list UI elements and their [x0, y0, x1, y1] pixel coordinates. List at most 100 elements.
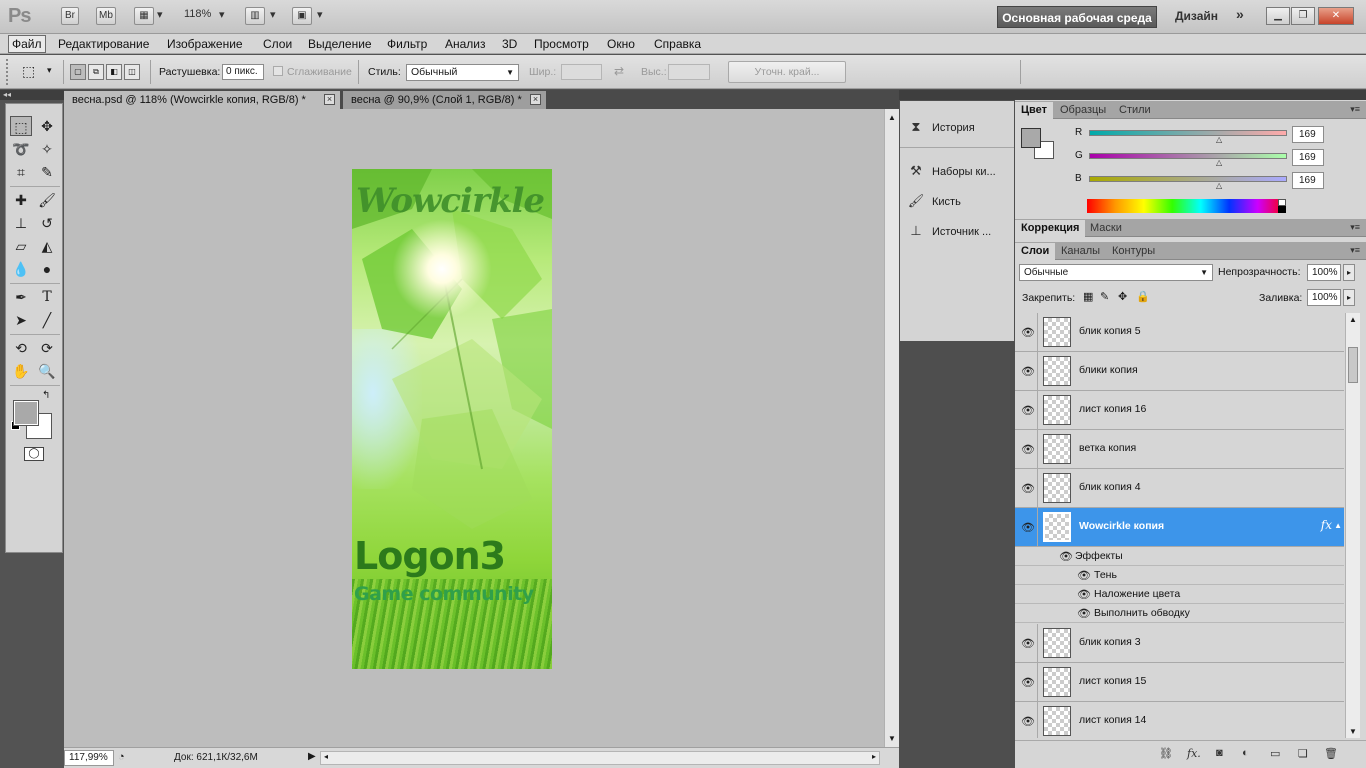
new-group-icon[interactable]: ▭ — [1270, 747, 1280, 760]
foreground-color-swatch[interactable] — [14, 401, 38, 425]
tab-paths[interactable]: Контуры — [1106, 243, 1161, 260]
delete-layer-icon[interactable]: 🗑 — [1324, 747, 1338, 760]
healing-brush-tool-icon[interactable]: ✚ — [10, 190, 32, 210]
scroll-left-icon[interactable]: ◂ — [324, 752, 328, 761]
menu-layers[interactable]: Слои — [263, 37, 292, 51]
spectrum-white[interactable] — [1278, 199, 1286, 206]
scroll-down-icon[interactable]: ▼ — [888, 734, 896, 743]
close-button[interactable]: ✕ — [1318, 7, 1354, 25]
fill-arrow-icon[interactable]: ▸ — [1343, 289, 1355, 306]
status-options-icon[interactable]: ◔ — [118, 751, 125, 763]
refine-edge-button[interactable]: Уточн. край... — [728, 61, 846, 83]
visibility-eye-icon[interactable]: 👁 — [1021, 521, 1035, 534]
layer-row[interactable]: 👁 лист копия 14 — [1015, 702, 1344, 738]
tab-masks[interactable]: Маски — [1084, 220, 1128, 237]
visibility-eye-icon[interactable]: 👁 — [1021, 637, 1035, 650]
visibility-eye-icon[interactable]: 👁 — [1059, 550, 1073, 563]
menu-select[interactable]: Выделение — [308, 37, 372, 51]
visibility-eye-icon[interactable]: 👁 — [1021, 482, 1035, 495]
layers-scrollbar[interactable]: ▲ ▼ — [1345, 313, 1360, 738]
add-style-icon[interactable]: fx. — [1187, 747, 1201, 760]
chevron-down-icon[interactable]: ▾ — [317, 8, 323, 21]
close-icon[interactable]: × — [324, 94, 335, 105]
antialias-checkbox[interactable] — [273, 66, 283, 76]
visibility-eye-icon[interactable]: 👁 — [1021, 715, 1035, 728]
effect-row[interactable]: 👁 Выполнить обводку — [1015, 604, 1344, 623]
paint-bucket-tool-icon[interactable]: ◭ — [36, 236, 58, 256]
add-mask-icon[interactable]: ◙ — [1216, 747, 1223, 759]
restore-button[interactable]: ❐ — [1291, 7, 1315, 25]
fill-input[interactable]: 100% — [1307, 289, 1341, 306]
feather-input[interactable]: 0 пикс. — [222, 64, 264, 80]
layer-row[interactable]: 👁 блик копия 4 — [1015, 469, 1344, 508]
width-input[interactable] — [561, 64, 602, 80]
screen-mode-button[interactable]: ▣ — [292, 7, 312, 25]
rectangular-marquee-tool-icon[interactable]: ⬚ — [10, 116, 32, 136]
chevron-down-icon[interactable]: ▾ — [157, 8, 163, 21]
history-brush-tool-icon[interactable]: ↺ — [36, 213, 58, 233]
opacity-arrow-icon[interactable]: ▸ — [1343, 264, 1355, 281]
move-tool-icon[interactable]: ✥ — [36, 116, 58, 136]
fx-icon[interactable]: fx — [1321, 518, 1332, 532]
scroll-up-icon[interactable]: ▲ — [1349, 315, 1357, 324]
visibility-eye-icon[interactable]: 👁 — [1021, 365, 1035, 378]
mini-bridge-button[interactable]: Mb — [96, 7, 116, 25]
panel-menu-icon[interactable]: ▾≡ — [1350, 222, 1360, 233]
marquee-preset-icon[interactable]: ⬚ — [22, 63, 35, 80]
layer-row-selected[interactable]: 👁 Wowcirkle копия fx ▲ — [1015, 508, 1344, 547]
clone-source-panel-button[interactable]: ⊥ Источник ... — [906, 219, 1012, 243]
tab-styles[interactable]: Стили — [1113, 102, 1157, 119]
workspace-essentials-button[interactable]: Основная рабочая среда — [997, 6, 1157, 28]
workspace-design-button[interactable]: Дизайн — [1175, 9, 1218, 23]
visibility-eye-icon[interactable]: 👁 — [1021, 443, 1035, 456]
layer-row[interactable]: 👁 блик копия 5 — [1015, 313, 1344, 352]
spectrum-black[interactable] — [1278, 206, 1286, 213]
tab-color[interactable]: Цвет — [1015, 102, 1054, 119]
path-selection-tool-icon[interactable]: ➤ — [10, 310, 32, 330]
tab-vesna[interactable]: весна @ 90,9% (Слой 1, RGB/8) * × — [343, 91, 546, 109]
tab-adjustments[interactable]: Коррекция — [1015, 220, 1086, 237]
eraser-tool-icon[interactable]: ▱ — [10, 236, 32, 256]
menu-help[interactable]: Справка — [654, 37, 701, 51]
layer-row[interactable]: 👁 блики копия — [1015, 352, 1344, 391]
style-select[interactable]: Обычный ▼ — [406, 64, 519, 81]
channel-b-slider[interactable] — [1089, 176, 1287, 182]
lock-transparency-icon[interactable]: ▦ — [1083, 290, 1093, 303]
scroll-up-icon[interactable]: ▲ — [888, 113, 896, 122]
menu-file[interactable]: Файл — [8, 35, 46, 53]
layer-row[interactable]: 👁 ветка копия — [1015, 430, 1344, 469]
effect-row[interactable]: 👁 Наложение цвета — [1015, 585, 1344, 604]
3d-rotate-tool-icon[interactable]: ⟲ — [10, 338, 32, 358]
brush-panel-button[interactable]: 🖌 Кисть — [906, 189, 1012, 213]
dodge-tool-icon[interactable]: ● — [36, 259, 58, 279]
channel-r-value[interactable]: 169 — [1292, 126, 1324, 143]
layer-row[interactable]: 👁 лист копия 15 — [1015, 663, 1344, 702]
visibility-eye-icon[interactable]: 👁 — [1077, 569, 1091, 582]
status-menu-icon[interactable]: ▶ — [308, 751, 316, 762]
layer-row[interactable]: 👁 блик копия 3 — [1015, 624, 1344, 663]
visibility-eye-icon[interactable]: 👁 — [1077, 607, 1091, 620]
blend-mode-select[interactable]: Обычные ▼ — [1019, 264, 1213, 281]
menu-view[interactable]: Просмотр — [534, 37, 589, 51]
intersect-selection-mode-button[interactable]: ◫ — [124, 64, 140, 80]
quick-mask-icon[interactable]: ◯ — [24, 447, 44, 461]
visibility-eye-icon[interactable]: 👁 — [1021, 326, 1035, 339]
line-tool-icon[interactable]: ╱ — [36, 310, 58, 330]
lock-position-icon[interactable]: ✥ — [1118, 290, 1127, 303]
layer-row[interactable]: 👁 лист копия 16 — [1015, 391, 1344, 430]
swap-icon[interactable]: ⇄ — [614, 64, 624, 78]
brush-tool-icon[interactable]: 🖌 — [36, 190, 58, 210]
scroll-right-icon[interactable]: ▸ — [872, 752, 876, 761]
visibility-eye-icon[interactable]: 👁 — [1077, 588, 1091, 601]
scroll-thumb[interactable] — [1348, 347, 1358, 383]
channel-g-thumb[interactable]: △ — [1216, 158, 1222, 167]
color-spectrum[interactable] — [1087, 199, 1286, 213]
channel-g-value[interactable]: 169 — [1292, 149, 1324, 166]
channel-g-slider[interactable] — [1089, 153, 1287, 159]
scroll-down-icon[interactable]: ▼ — [1349, 727, 1357, 736]
lock-pixels-icon[interactable]: ✎ — [1100, 290, 1109, 303]
tab-channels[interactable]: Каналы — [1055, 243, 1106, 260]
swap-colors-icon[interactable]: ↰ — [42, 390, 50, 401]
pen-tool-icon[interactable]: ✒ — [10, 287, 32, 307]
crop-tool-icon[interactable]: ⌗ — [10, 162, 32, 182]
